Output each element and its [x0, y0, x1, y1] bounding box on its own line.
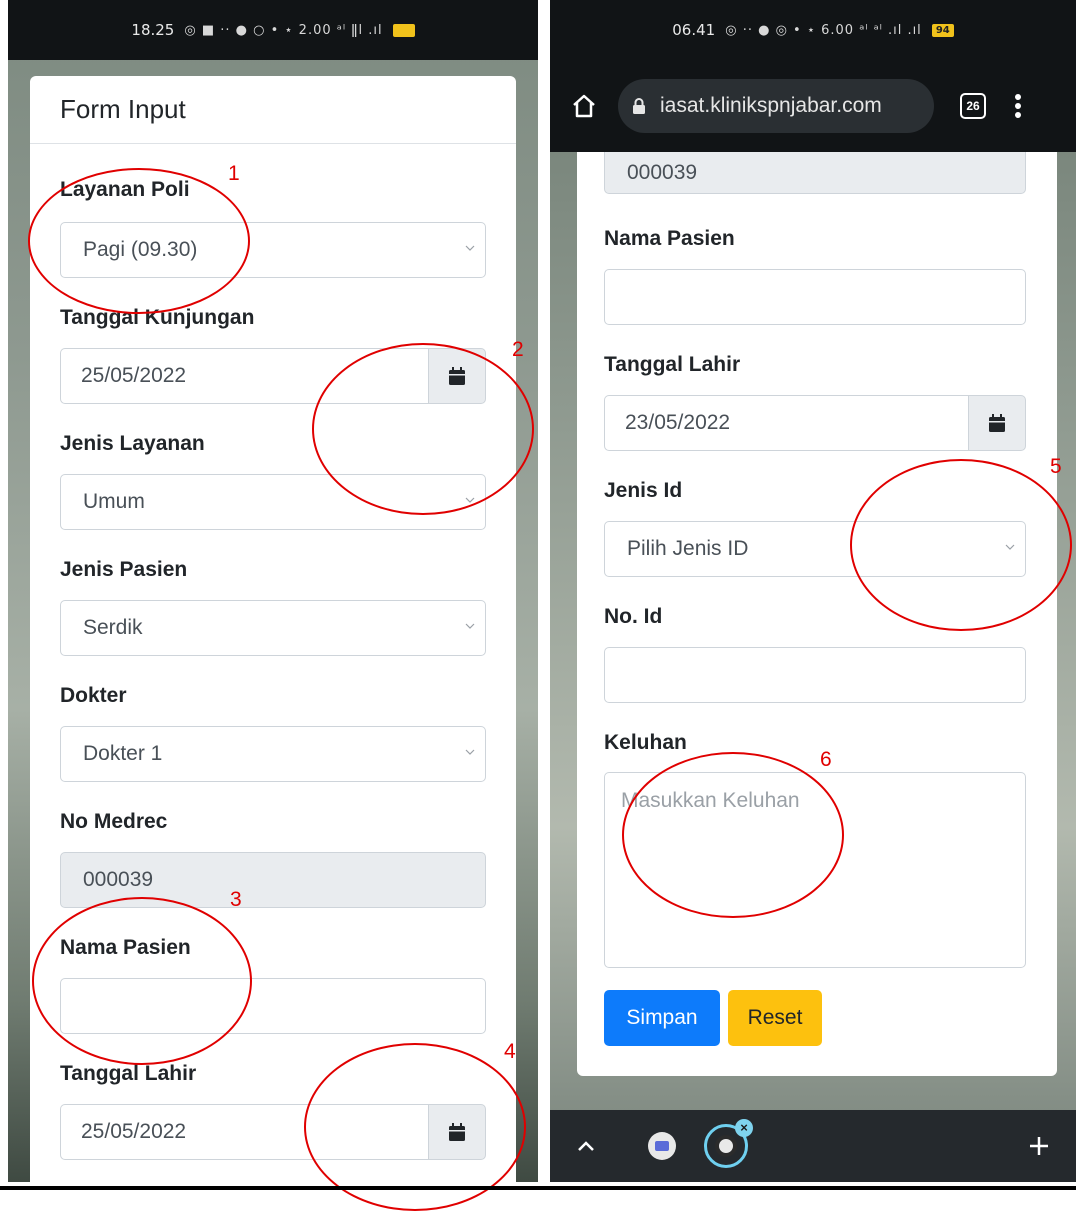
- date-tanggal-lahir: 23/05/2022: [604, 395, 1026, 451]
- label-dokter: Dokter: [60, 684, 127, 707]
- input-no-medrec: 000039: [604, 152, 1026, 194]
- close-icon[interactable]: ×: [735, 1119, 753, 1137]
- label-tanggal-lahir: Tanggal Lahir: [60, 1062, 197, 1085]
- save-button[interactable]: Simpan: [604, 990, 720, 1046]
- label-keluhan: Keluhan: [604, 731, 687, 754]
- select-value: Pilih Jenis ID: [627, 537, 749, 560]
- select-value: Umum: [83, 490, 145, 513]
- label-no-medrec: No Medrec: [60, 810, 168, 833]
- select-value: Serdik: [83, 616, 143, 639]
- bottom-navigation-bar: ×: [550, 1110, 1076, 1182]
- input-nama-pasien[interactable]: [604, 269, 1026, 325]
- annotation-number-3: 3: [230, 888, 242, 911]
- status-time: 06.41: [672, 21, 716, 39]
- home-button[interactable]: [566, 88, 602, 124]
- home-icon: [573, 94, 595, 118]
- date-input[interactable]: 23/05/2022: [604, 395, 968, 451]
- calendar-icon: [989, 414, 1005, 432]
- battery-icon: 94: [931, 23, 954, 37]
- url-text: iasat.klinikspnjabar.com: [660, 94, 882, 117]
- label-jenis-layanan: Jenis Layanan: [60, 432, 205, 455]
- select-value: Dokter 1: [83, 742, 163, 765]
- calendar-button[interactable]: [968, 395, 1026, 451]
- annotation-number-5: 5: [1050, 455, 1062, 478]
- status-indicators: ◎ ■ ·· ● ○ • ⋆ 2.00 ᵃˡ ǁl .ıl: [184, 22, 383, 38]
- chevron-down-icon: [465, 623, 475, 629]
- annotation-number-1: 1: [228, 162, 240, 185]
- plus-icon[interactable]: [1028, 1135, 1050, 1157]
- annotation-number-6: 6: [820, 748, 832, 771]
- label-jenis-id: Jenis Id: [604, 479, 683, 502]
- status-bar: 06.41 ◎ ·· ● ◎ • ⋆ 6.00 ᵃˡ ᵃˡ .ıl .ıl 94: [550, 0, 1076, 60]
- battery-icon: [392, 23, 415, 37]
- label-jenis-pasien: Jenis Pasien: [60, 558, 188, 581]
- status-indicators: ◎ ·· ● ◎ • ⋆ 6.00 ᵃˡ ᵃˡ .ıl .ıl: [725, 22, 922, 38]
- chevron-down-icon: [465, 749, 475, 755]
- reset-button[interactable]: Reset: [728, 990, 822, 1046]
- annotation-number-4: 4: [504, 1040, 516, 1063]
- annotation-ellipse-2: [312, 343, 534, 515]
- bottom-divider: [0, 1186, 1076, 1190]
- label-nama-pasien: Nama Pasien: [604, 227, 735, 250]
- assistant-glyph: [715, 1135, 737, 1157]
- label-tanggal-lahir: Tanggal Lahir: [604, 353, 741, 376]
- address-bar[interactable]: iasat.klinikspnjabar.com: [618, 79, 934, 133]
- annotation-ellipse-1: [28, 168, 250, 314]
- browser-toolbar: iasat.klinikspnjabar.com 26: [550, 60, 1076, 152]
- annotation-ellipse-3: [32, 897, 252, 1065]
- status-bar: 18.25 ◎ ■ ·· ● ○ • ⋆ 2.00 ᵃˡ ǁl .ıl: [8, 0, 538, 60]
- form-title: Form Input: [30, 76, 516, 144]
- chevron-up-icon[interactable]: [576, 1139, 596, 1153]
- status-time: 18.25: [131, 21, 175, 39]
- tab-switcher-button[interactable]: 26: [960, 93, 986, 119]
- annotation-ellipse-6: [622, 752, 844, 918]
- label-no-id: No. Id: [604, 605, 663, 628]
- comparison-screenshot: 18.25 ◎ ■ ·· ● ○ • ⋆ 2.00 ᵃˡ ǁl .ıl Form…: [0, 0, 1076, 1211]
- annotation-ellipse-5: [850, 459, 1072, 631]
- annotation-number-2: 2: [512, 338, 524, 361]
- input-no-id[interactable]: [604, 647, 1026, 703]
- app-bubble-icon[interactable]: [648, 1132, 676, 1160]
- select-dokter[interactable]: Dokter 1: [60, 726, 486, 782]
- app-glyph: [655, 1141, 669, 1151]
- lock-icon: [633, 98, 645, 114]
- more-menu-icon[interactable]: [1008, 91, 1028, 121]
- floating-assistant-icon[interactable]: ×: [704, 1119, 753, 1168]
- chevron-down-icon: [465, 245, 475, 251]
- select-jenis-pasien[interactable]: Serdik: [60, 600, 486, 656]
